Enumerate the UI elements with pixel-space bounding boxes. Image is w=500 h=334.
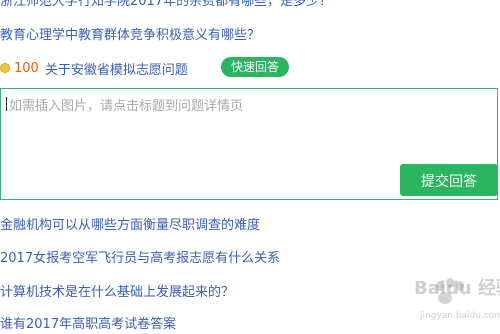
answer-box: 提交回答 bbox=[0, 88, 498, 200]
quick-answer-button[interactable]: 快速回答 bbox=[221, 57, 289, 77]
question-link[interactable]: 浙江师范大学行知学院2017年的杂费都有哪些，是多少？ bbox=[0, 0, 332, 11]
question-link[interactable]: 谁有2017年高职高考试卷答案 bbox=[0, 316, 176, 334]
watermark-subtext: jingyan.baidu.com bbox=[419, 311, 500, 321]
answer-input[interactable] bbox=[1, 89, 497, 159]
baidu-jingyan-watermark: Baidu 经验 jingyan.baidu.com bbox=[376, 270, 500, 330]
question-link[interactable]: 教育心理学中教育群体竞争积极意义有哪些？ bbox=[0, 27, 260, 45]
question-link[interactable]: 计算机技术是在什么基础上发展起来的？ bbox=[0, 284, 234, 302]
reward-question-link[interactable]: 关于安徽省模拟志愿问题 bbox=[45, 59, 188, 78]
reward-amount: 100 bbox=[14, 60, 39, 76]
question-link[interactable]: 金融机构可以从哪些方面衡量尽职调查的难度 bbox=[0, 217, 260, 235]
baidu-paw-logo: Baidu 经验 jingyan.baidu.com bbox=[414, 277, 500, 321]
text-caret bbox=[6, 97, 7, 111]
coin-icon bbox=[0, 63, 10, 73]
reward-question-row: 100 关于安徽省模拟志愿问题 bbox=[0, 57, 188, 79]
watermark-text: Baidu 经验 bbox=[414, 277, 500, 299]
submit-answer-button[interactable]: 提交回答 bbox=[400, 164, 498, 196]
question-link[interactable]: 2017女报考空军飞行员与高考报志愿有什么关系 bbox=[0, 250, 280, 268]
